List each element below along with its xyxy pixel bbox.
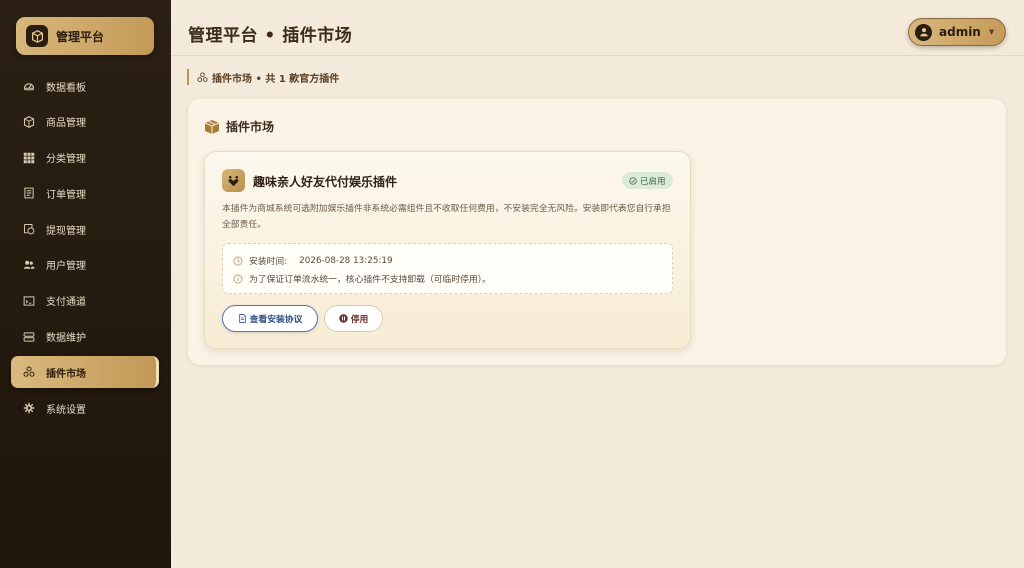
sidebar: 管理平台 数据看板 商品管理 分类管理 订单管理 提现管理 用户管理 支付通道 … xyxy=(0,0,171,568)
avatar xyxy=(915,23,932,41)
sidebar-item-label: 用户管理 xyxy=(46,261,86,273)
users-icon xyxy=(23,259,35,271)
sidebar-item-users[interactable]: 用户管理 xyxy=(11,249,159,281)
sidebar-item-payment[interactable]: 支付通道 xyxy=(11,285,159,317)
sidebar-item-label: 数据维护 xyxy=(46,333,86,345)
plugin-icon xyxy=(197,71,208,83)
pause-circle-icon xyxy=(338,314,348,323)
plugin-icon xyxy=(23,366,35,378)
chevron-down-icon: ▼ xyxy=(988,28,995,36)
plugin-info-box: 安装时间: 2026-08-28 13:25:19 为了保证订单流水统一，核心插… xyxy=(222,243,673,294)
payment-icon xyxy=(23,295,35,307)
panel-header: 插件市场 xyxy=(204,118,274,135)
sidebar-item-label: 数据看板 xyxy=(46,82,86,94)
user-icon xyxy=(919,28,928,37)
brand-logo[interactable]: 管理平台 xyxy=(16,17,154,55)
info-icon xyxy=(233,274,243,284)
sidebar-item-label: 商品管理 xyxy=(46,118,86,130)
database-icon xyxy=(23,331,35,343)
withdraw-icon xyxy=(23,223,35,235)
sidebar-item-label: 系统设置 xyxy=(46,404,86,416)
install-time-value: 2026-08-28 13:25:19 xyxy=(299,255,393,266)
sidebar-item-label: 提现管理 xyxy=(46,225,86,237)
view-agreement-label: 查看安装协议 xyxy=(249,315,303,325)
brand-label: 管理平台 xyxy=(56,29,105,44)
receipt-icon xyxy=(23,187,35,199)
sidebar-item-dashboard[interactable]: 数据看板 xyxy=(11,70,159,102)
notice-row: 为了保证订单流水统一，核心插件不支持卸载（可临时停用）。 xyxy=(233,272,491,285)
plugin-name: 趣味亲人好友代付娱乐插件 xyxy=(253,175,398,189)
document-icon xyxy=(238,314,247,323)
box-icon xyxy=(23,115,35,128)
disable-button[interactable]: 停用 xyxy=(324,305,383,332)
header-divider xyxy=(171,55,1024,56)
sidebar-item-label: 订单管理 xyxy=(46,189,86,201)
breadcrumb: 插件市场 • 共 1 款官方插件 xyxy=(187,69,339,85)
plugin-description: 本插件为商城系统可选附加娱乐插件非系统必需组件且不收取任何费用，不安装完全无风险… xyxy=(222,204,671,230)
disable-label: 停用 xyxy=(350,315,369,325)
sidebar-item-label: 支付通道 xyxy=(46,297,86,309)
install-time-label: 安装时间: xyxy=(249,257,288,267)
dashboard-icon xyxy=(23,80,35,92)
heart-paw-icon xyxy=(222,169,245,192)
page-title: 管理平台 • 插件市场 xyxy=(188,26,353,46)
sidebar-item-label: 插件市场 xyxy=(46,368,86,380)
check-circle-icon xyxy=(629,176,637,185)
sidebar-item-withdrawals[interactable]: 提现管理 xyxy=(11,213,159,245)
box-icon xyxy=(26,25,48,47)
notice-text: 为了保证订单流水统一，核心插件不支持卸载（可临时停用）。 xyxy=(249,275,491,285)
package-icon xyxy=(204,119,220,135)
panel-title: 插件市场 xyxy=(226,120,275,134)
grid-icon xyxy=(23,152,35,164)
sidebar-item-settings[interactable]: 系统设置 xyxy=(11,392,159,424)
status-text: 已启用 xyxy=(640,176,666,187)
clock-icon xyxy=(233,256,243,266)
plugin-market-panel: 插件市场 趣味亲人好友代付娱乐插件 已启用 本插件为商城系统可选附加娱乐插件非系… xyxy=(188,99,1006,365)
gear-icon xyxy=(23,402,35,414)
user-menu-button[interactable]: admin ▼ xyxy=(908,18,1006,46)
install-time-row: 安装时间: 2026-08-28 13:25:19 xyxy=(233,254,393,267)
sidebar-nav: 数据看板 商品管理 分类管理 订单管理 提现管理 用户管理 支付通道 数据维护 xyxy=(11,70,159,428)
sidebar-item-data-maintenance[interactable]: 数据维护 xyxy=(11,321,159,353)
sidebar-item-orders[interactable]: 订单管理 xyxy=(11,177,159,209)
sidebar-item-label: 分类管理 xyxy=(46,154,86,166)
status-badge: 已启用 xyxy=(622,172,673,189)
plugin-card: 趣味亲人好友代付娱乐插件 已启用 本插件为商城系统可选附加娱乐插件非系统必需组件… xyxy=(204,151,691,349)
view-agreement-button[interactable]: 查看安装协议 xyxy=(222,305,318,332)
sidebar-item-plugins[interactable]: 插件市场 xyxy=(11,356,159,389)
breadcrumb-text: 插件市场 • 共 1 款官方插件 xyxy=(212,73,340,85)
sidebar-item-categories[interactable]: 分类管理 xyxy=(11,142,159,174)
user-name: admin xyxy=(939,25,981,39)
sidebar-item-products[interactable]: 商品管理 xyxy=(11,106,159,138)
